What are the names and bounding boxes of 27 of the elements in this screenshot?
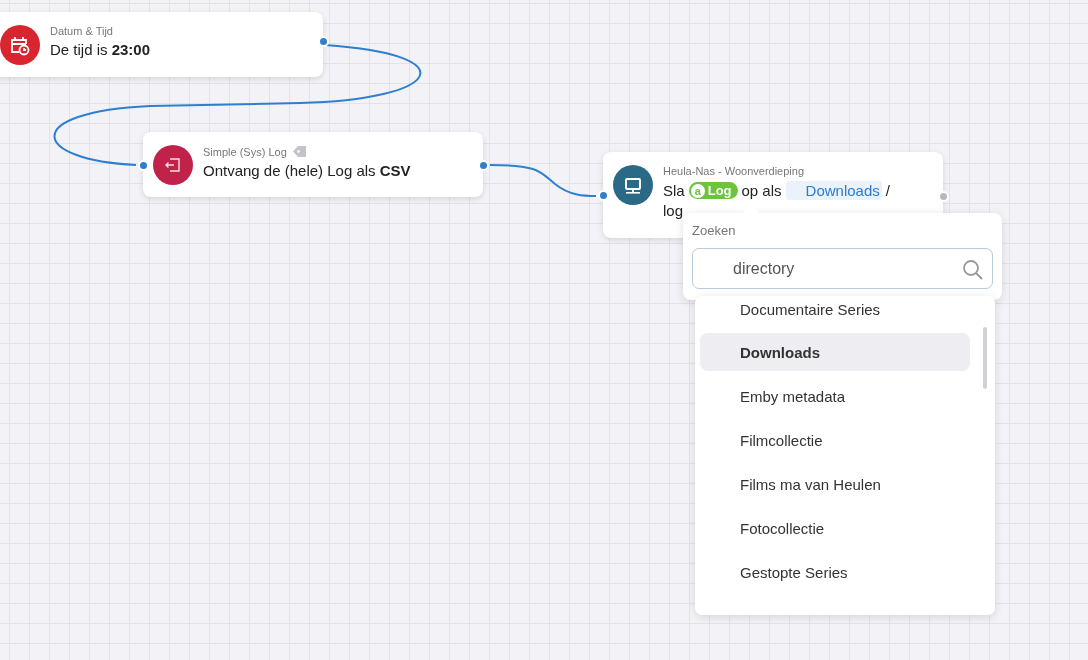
- option-item[interactable]: Documentaire Series: [700, 296, 970, 322]
- search-field[interactable]: directory: [692, 248, 993, 289]
- node-card[interactable]: Datum & Tijd De tijd is 23:00: [0, 12, 323, 77]
- output-port[interactable]: [478, 159, 489, 171]
- search-label: Zoeken: [692, 223, 737, 238]
- node-category: Simple (Sys) Log: [203, 145, 287, 158]
- input-port[interactable]: [598, 190, 609, 201]
- node-card[interactable]: Simple (Sys) Log Ontvang de (hele) Log als CSV: [143, 132, 483, 197]
- node-text: Ontvang de (hele) Log als CSV: [203, 162, 411, 179]
- option-item[interactable]: Gestopte Series: [700, 553, 970, 591]
- node-category: Datum & Tijd: [50, 25, 113, 37]
- option-item[interactable]: Downloads: [700, 333, 970, 371]
- value-chip[interactable]: Downloads: [785, 181, 882, 200]
- option-item[interactable]: Emby metadata: [700, 377, 970, 415]
- node-text: /: [885, 182, 890, 199]
- node-text: op als: [741, 182, 782, 199]
- node-text: log: [663, 202, 684, 219]
- option-item[interactable]: Films ma van Heulen: [700, 465, 970, 503]
- option-item[interactable]: Fotocollectie: [700, 509, 970, 547]
- node-text: Sla: [663, 182, 685, 199]
- output-port[interactable]: [318, 36, 329, 47]
- search-icon: [962, 259, 984, 281]
- input-port[interactable]: [138, 159, 149, 171]
- node-text: De tijd is 23:00: [50, 41, 151, 58]
- node-category: Heula-Nas - Woonverdieping: [663, 165, 805, 177]
- scrollbar-thumb[interactable]: [983, 327, 987, 389]
- option-item[interactable]: Filmcollectie: [700, 421, 970, 459]
